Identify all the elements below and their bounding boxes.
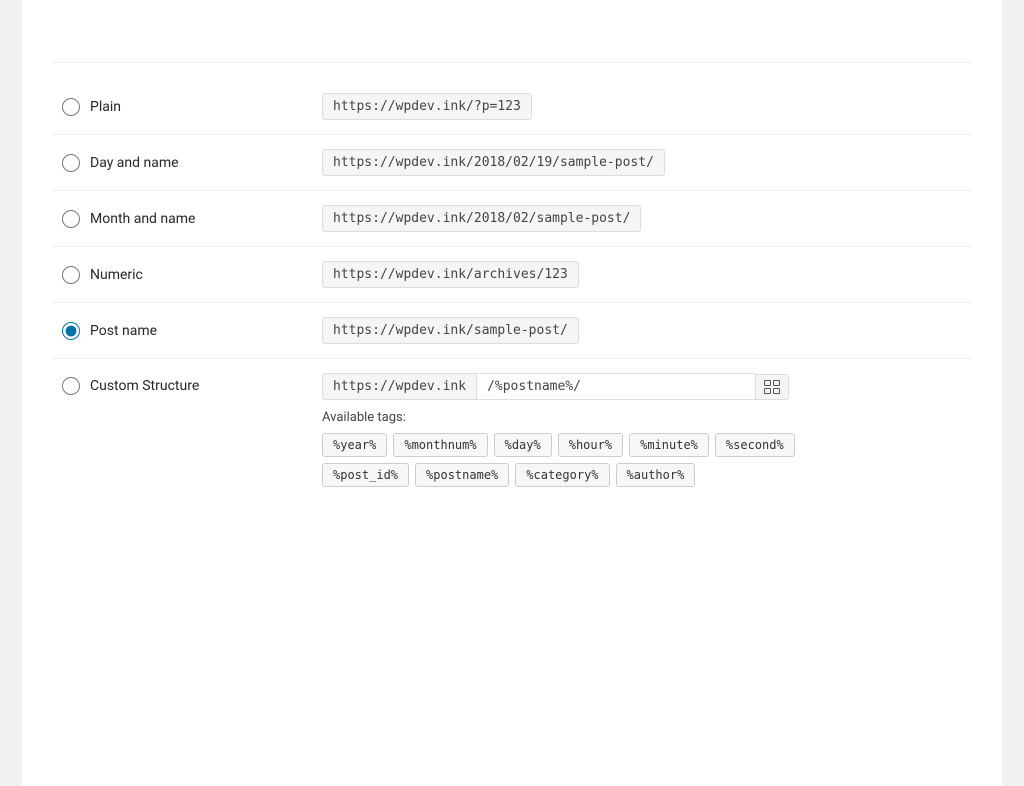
url-display-day-and-name: https://wpdev.ink/2018/02/19/sample-post… (322, 149, 665, 176)
custom-structure-tags-button[interactable] (756, 374, 789, 400)
available-tags-label: Available tags: (322, 410, 962, 425)
radio-post-name[interactable] (62, 322, 80, 340)
radio-day-and-name[interactable] (62, 154, 80, 172)
url-display-post-name: https://wpdev.ink/sample-post/ (322, 317, 579, 344)
radio-label-plain[interactable]: Plain (62, 98, 302, 116)
page-wrapper: Plain https://wpdev.ink/?p=123 Day and n… (22, 0, 1002, 786)
option-label-numeric: Numeric (90, 267, 143, 283)
settings-row: Plain https://wpdev.ink/?p=123 (52, 79, 972, 135)
radio-month-and-name[interactable] (62, 210, 80, 228)
custom-structure-url-row: https://wpdev.ink (322, 373, 962, 400)
radio-label-post-name[interactable]: Post name (62, 322, 302, 340)
available-tags-section: Available tags: %year%%monthnum% %day%%ho… (322, 410, 962, 487)
section-title (52, 54, 972, 63)
custom-base-url: https://wpdev.ink (322, 373, 476, 400)
grid-icon (764, 380, 780, 394)
settings-row: Day and name https://wpdev.ink/2018/02/1… (52, 135, 972, 191)
option-label-custom-structure: Custom Structure (90, 378, 199, 394)
option-label-post-name: Post name (90, 323, 157, 339)
tag-btn[interactable]: %postname% (415, 463, 509, 487)
tags-row-1: %year%%monthnum% %day%%hour%%minute%%seco… (322, 433, 962, 457)
tag-btn[interactable]: %day% (494, 433, 552, 457)
url-display-month-and-name: https://wpdev.ink/2018/02/sample-post/ (322, 205, 641, 232)
option-label-day-and-name: Day and name (90, 155, 179, 171)
tag-btn[interactable]: %author% (616, 463, 696, 487)
tag-btn[interactable]: %category% (515, 463, 609, 487)
option-label-month-and-name: Month and name (90, 211, 195, 227)
radio-label-numeric[interactable]: Numeric (62, 266, 302, 284)
radio-label-custom-structure[interactable]: Custom Structure (62, 377, 302, 395)
tag-btn[interactable]: %second% (715, 433, 795, 457)
radio-custom-structure[interactable] (62, 377, 80, 395)
url-display-numeric: https://wpdev.ink/archives/123 (322, 261, 579, 288)
url-display-plain: https://wpdev.ink/?p=123 (322, 93, 532, 120)
settings-row: Post name https://wpdev.ink/sample-post/ (52, 303, 972, 359)
settings-table: Plain https://wpdev.ink/?p=123 Day and n… (52, 79, 972, 507)
tag-btn[interactable]: %monthnum% (393, 433, 487, 457)
settings-row: Numeric https://wpdev.ink/archives/123 (52, 247, 972, 303)
tags-row-2: %post_id%%postname%%category% %author% (322, 463, 962, 487)
settings-row: Month and name https://wpdev.ink/2018/02… (52, 191, 972, 247)
radio-numeric[interactable] (62, 266, 80, 284)
radio-label-day-and-name[interactable]: Day and name (62, 154, 302, 172)
tag-btn[interactable]: %post_id% (322, 463, 409, 487)
radio-plain[interactable] (62, 98, 80, 116)
option-label-plain: Plain (90, 99, 121, 115)
tag-btn[interactable]: %hour% (558, 433, 623, 457)
tag-btn[interactable]: %minute% (629, 433, 709, 457)
settings-row-custom: Custom Structure https://wpdev.ink Avail… (52, 359, 972, 508)
radio-label-month-and-name[interactable]: Month and name (62, 210, 302, 228)
custom-structure-input[interactable] (476, 373, 756, 400)
tag-btn[interactable]: %year% (322, 433, 387, 457)
